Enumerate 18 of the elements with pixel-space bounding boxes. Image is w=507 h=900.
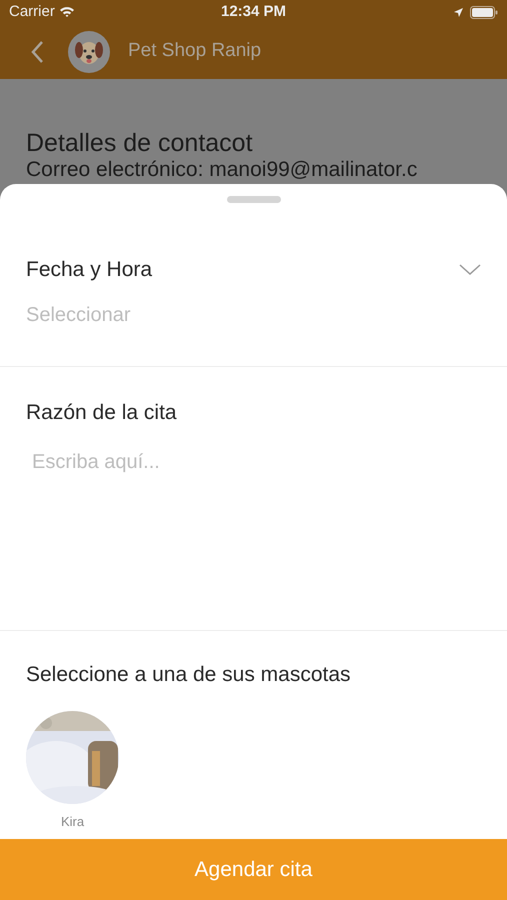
battery-icon xyxy=(470,6,498,18)
drag-handle[interactable] xyxy=(226,196,280,203)
pets-heading: Seleccione a una de sus mascotas xyxy=(26,662,352,688)
pet-name: Kira xyxy=(60,812,84,830)
shop-title: Pet Shop Ranip xyxy=(128,39,262,64)
date-placeholder: Seleccionar xyxy=(26,302,132,328)
contact-heading: Detalles de contacot xyxy=(26,128,254,159)
reason-label: Razón de la cita xyxy=(26,400,178,426)
email-line: Correo electrónico: manoi99@mailinator.c xyxy=(26,158,418,180)
clock-time: 12:34 PM xyxy=(220,2,286,22)
location-arrow-icon xyxy=(453,6,464,18)
wifi-icon xyxy=(58,6,75,18)
date-picker[interactable]: Fecha y Hora Seleccionar xyxy=(0,203,507,367)
dog-avatar-icon xyxy=(68,30,110,72)
reason-input[interactable]: Escriba aquí... xyxy=(26,446,481,630)
carrier-label: Carrier xyxy=(9,2,55,22)
date-label: Fecha y Hora xyxy=(26,257,152,283)
chevron-down-icon xyxy=(459,264,481,276)
